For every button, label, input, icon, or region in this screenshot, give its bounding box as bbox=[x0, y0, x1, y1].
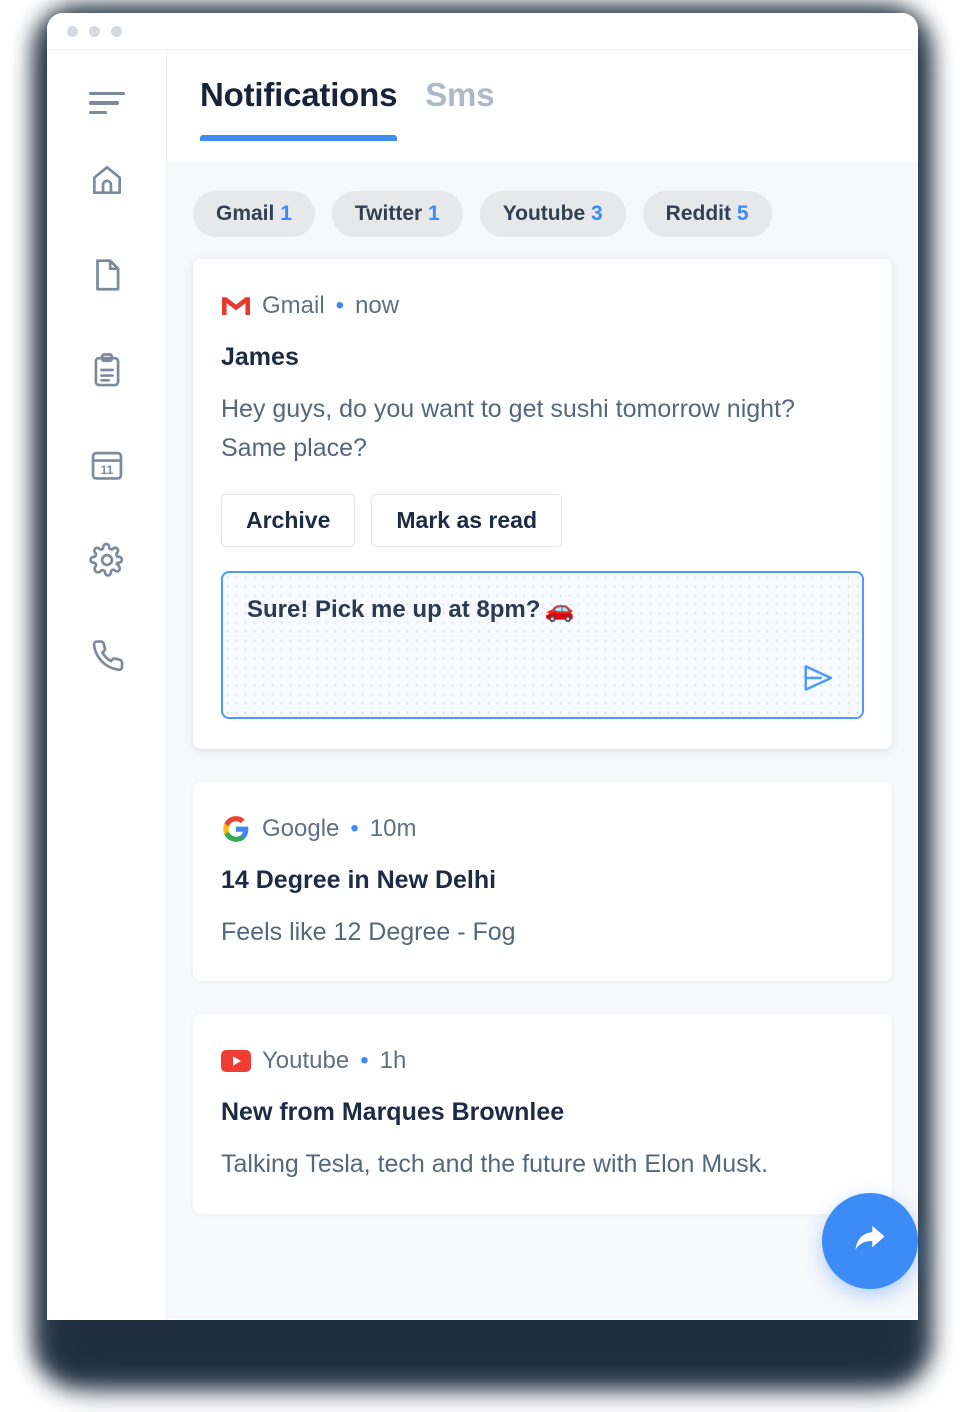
hamburger-line-2 bbox=[88, 101, 119, 105]
notification-card-google[interactable]: Google • 10m 14 Degree in New Delhi Feel… bbox=[193, 781, 892, 982]
notifications-scroll-area[interactable]: Gmail 1 Twitter 1 Youtube 3 Reddit 5 Gma… bbox=[167, 162, 918, 1319]
sidebar-item-calls[interactable] bbox=[85, 633, 129, 677]
notification-time: now bbox=[355, 292, 400, 319]
red-car-emoji: 🚗 bbox=[544, 595, 575, 623]
google-icon bbox=[221, 814, 251, 844]
filter-chip-reddit[interactable]: Reddit 5 bbox=[642, 191, 772, 237]
traffic-light-maximize[interactable] bbox=[111, 25, 122, 37]
sidebar-item-tasks[interactable] bbox=[85, 348, 129, 392]
filter-chip-twitter-label: Twitter bbox=[354, 202, 423, 225]
gmail-icon bbox=[221, 291, 251, 321]
filter-chip-reddit-label: Reddit bbox=[665, 202, 731, 225]
notification-body: Hey guys, do you want to get sushi tomor… bbox=[221, 395, 795, 462]
sidebar-item-calendar[interactable]: 11 bbox=[85, 443, 129, 487]
hamburger-line-3 bbox=[88, 110, 107, 114]
svg-text:11: 11 bbox=[100, 463, 113, 477]
notification-source-row: Youtube • 1h bbox=[221, 1046, 864, 1076]
window-body: 11 Notifications Sms Gmail 1 Twitter 1 Y… bbox=[47, 50, 918, 1319]
filter-chip-youtube-count: 3 bbox=[590, 202, 603, 225]
archive-button[interactable]: Archive bbox=[221, 493, 356, 547]
sidebar-item-documents[interactable] bbox=[85, 253, 129, 297]
send-button[interactable] bbox=[796, 659, 840, 703]
notification-card-gmail[interactable]: Gmail • now James Hey guys, do you want … bbox=[193, 259, 892, 749]
tab-notifications-label: Notifications bbox=[200, 76, 398, 113]
notification-body: Talking Tesla, tech and the future with … bbox=[221, 1150, 769, 1179]
reply-input[interactable]: Sure! Pick me up at 8pm? 🚗 bbox=[221, 570, 864, 719]
notification-separator-dot: • bbox=[335, 292, 345, 319]
filter-chips: Gmail 1 Twitter 1 Youtube 3 Reddit 5 bbox=[193, 162, 892, 259]
notification-actions: Archive Mark as read bbox=[221, 493, 864, 547]
filter-chip-twitter[interactable]: Twitter 1 bbox=[331, 191, 463, 237]
send-icon bbox=[801, 663, 835, 698]
notification-source-name: Google bbox=[262, 814, 340, 842]
filter-chip-gmail-count: 1 bbox=[280, 202, 292, 225]
hamburger-icon[interactable] bbox=[88, 92, 125, 114]
tab-sms-label: Sms bbox=[425, 76, 495, 113]
filter-chip-gmail-label: Gmail bbox=[216, 202, 275, 225]
traffic-light-minimize[interactable] bbox=[89, 25, 100, 37]
notification-source-row: Google • 10m bbox=[221, 814, 864, 844]
filter-chip-youtube[interactable]: Youtube 3 bbox=[479, 191, 626, 237]
notification-time: 1h bbox=[379, 1047, 407, 1075]
notification-title: James bbox=[221, 343, 299, 371]
notification-title: New from Marques Brownlee bbox=[221, 1098, 565, 1127]
notification-card-youtube[interactable]: Youtube • 1h New from Marques Brownlee T… bbox=[193, 1014, 892, 1214]
phone-icon bbox=[88, 636, 126, 674]
hamburger-line-1 bbox=[88, 92, 125, 96]
sidebar-nav: 11 bbox=[85, 158, 129, 677]
notification-source-name: Gmail bbox=[262, 292, 325, 319]
mark-as-read-button[interactable]: Mark as read bbox=[371, 493, 563, 547]
sidebar-item-home[interactable] bbox=[85, 158, 129, 202]
tab-sms[interactable]: Sms bbox=[425, 76, 494, 141]
filter-chip-twitter-count: 1 bbox=[428, 202, 440, 225]
clipboard-icon bbox=[88, 351, 126, 389]
tabs: Notifications Sms bbox=[200, 76, 918, 141]
home-icon bbox=[88, 161, 126, 199]
filter-chip-youtube-label: Youtube bbox=[502, 202, 586, 225]
sidebar: 11 bbox=[47, 50, 167, 1319]
share-fab-button[interactable] bbox=[822, 1193, 918, 1289]
notification-separator-dot: • bbox=[350, 814, 359, 842]
share-forward-icon bbox=[847, 1216, 893, 1267]
calendar-icon: 11 bbox=[88, 446, 126, 484]
tab-notifications[interactable]: Notifications bbox=[200, 76, 398, 141]
sidebar-item-settings[interactable] bbox=[85, 538, 129, 582]
notification-separator-dot: • bbox=[360, 1047, 369, 1075]
tabs-bar: Notifications Sms bbox=[167, 50, 918, 162]
main-content: Notifications Sms Gmail 1 Twitter 1 Yout… bbox=[167, 50, 918, 1319]
gear-icon bbox=[88, 541, 126, 579]
notification-source-name: Youtube bbox=[262, 1047, 350, 1075]
notification-source-row: Gmail • now bbox=[221, 291, 864, 321]
screenshot-root: 11 Notifications Sms Gmail 1 Twitter 1 Y… bbox=[0, 0, 960, 1412]
window-titlebar bbox=[47, 13, 918, 50]
filter-chip-gmail[interactable]: Gmail 1 bbox=[193, 191, 315, 237]
document-icon bbox=[88, 256, 126, 294]
reply-input-value: Sure! Pick me up at 8pm? bbox=[247, 595, 541, 623]
filter-chip-reddit-count: 5 bbox=[736, 202, 749, 225]
notification-body: Feels like 12 Degree - Fog bbox=[221, 917, 516, 946]
traffic-light-close[interactable] bbox=[67, 25, 78, 37]
notification-title: 14 Degree in New Delhi bbox=[221, 865, 497, 894]
notification-time: 10m bbox=[369, 814, 417, 842]
youtube-icon bbox=[221, 1046, 251, 1076]
app-window: 11 Notifications Sms Gmail 1 Twitter 1 Y… bbox=[47, 13, 918, 1320]
